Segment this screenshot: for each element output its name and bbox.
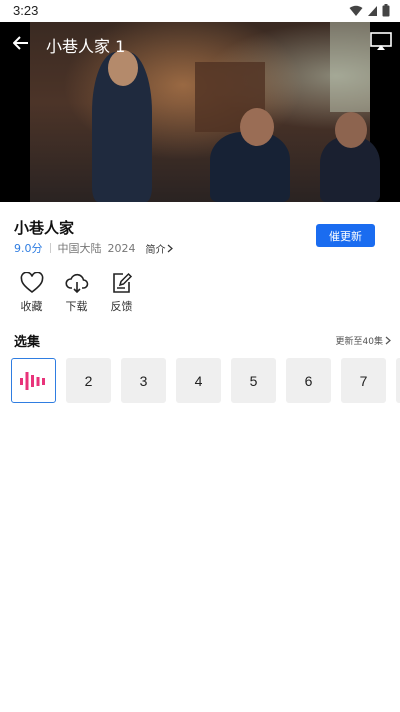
episodes-more-link[interactable]: 更新至40集 (336, 334, 392, 347)
divider (49, 243, 51, 253)
chevron-right-icon (167, 244, 173, 252)
intro-label: 简介 (145, 244, 166, 256)
video-player[interactable]: 小巷人家 1 (0, 22, 400, 202)
status-time: 3:23 (13, 3, 39, 18)
episode-button[interactable]: 2 (66, 358, 111, 403)
episodes-heading: 选集 (14, 335, 41, 350)
episode-button[interactable]: 3 (121, 358, 166, 403)
episode-button[interactable]: 4 (176, 358, 221, 403)
show-meta: 9.0分 中国大陆 2024 简介 (14, 240, 174, 256)
episodes-more-label: 更新至40集 (335, 337, 383, 347)
episode-button-partial[interactable] (396, 358, 400, 403)
status-bar: 3:23 (0, 0, 400, 22)
feedback-label: 反馈 (110, 300, 133, 313)
cast-icon (370, 32, 392, 50)
back-arrow-icon (13, 36, 28, 50)
playing-bars-icon (19, 371, 45, 390)
episode-button[interactable]: 5 (231, 358, 276, 403)
feedback-button[interactable]: 反馈 (99, 272, 144, 314)
year: 2024 (107, 241, 136, 255)
status-icons (349, 4, 390, 17)
feedback-icon (112, 272, 132, 293)
chevron-right-icon (385, 336, 391, 345)
intro-link[interactable]: 简介 (146, 241, 174, 256)
episode-button[interactable]: 6 (286, 358, 331, 403)
video-title: 小巷人家 1 (46, 37, 126, 56)
signal-icon (368, 5, 377, 16)
back-button[interactable] (10, 32, 32, 54)
battery-icon (382, 4, 390, 17)
favorite-button[interactable]: 收藏 (9, 272, 54, 314)
heart-icon (20, 272, 43, 294)
score: 9.0分 (14, 242, 43, 255)
wifi-icon (349, 5, 363, 16)
cast-button[interactable] (370, 32, 392, 54)
urge-update-button[interactable]: 催更新 (316, 224, 375, 247)
cloud-download-icon (64, 273, 88, 294)
episode-list: 2 3 4 5 6 7 (11, 358, 400, 404)
favorite-label: 收藏 (20, 300, 43, 313)
download-button[interactable]: 下载 (54, 272, 99, 314)
episode-button[interactable]: 7 (341, 358, 386, 403)
episode-current[interactable] (11, 358, 56, 403)
region: 中国大陆 (57, 242, 102, 255)
action-row: 收藏 下载 反馈 (9, 272, 144, 314)
download-label: 下载 (65, 300, 88, 313)
show-title: 小巷人家 (14, 219, 75, 237)
